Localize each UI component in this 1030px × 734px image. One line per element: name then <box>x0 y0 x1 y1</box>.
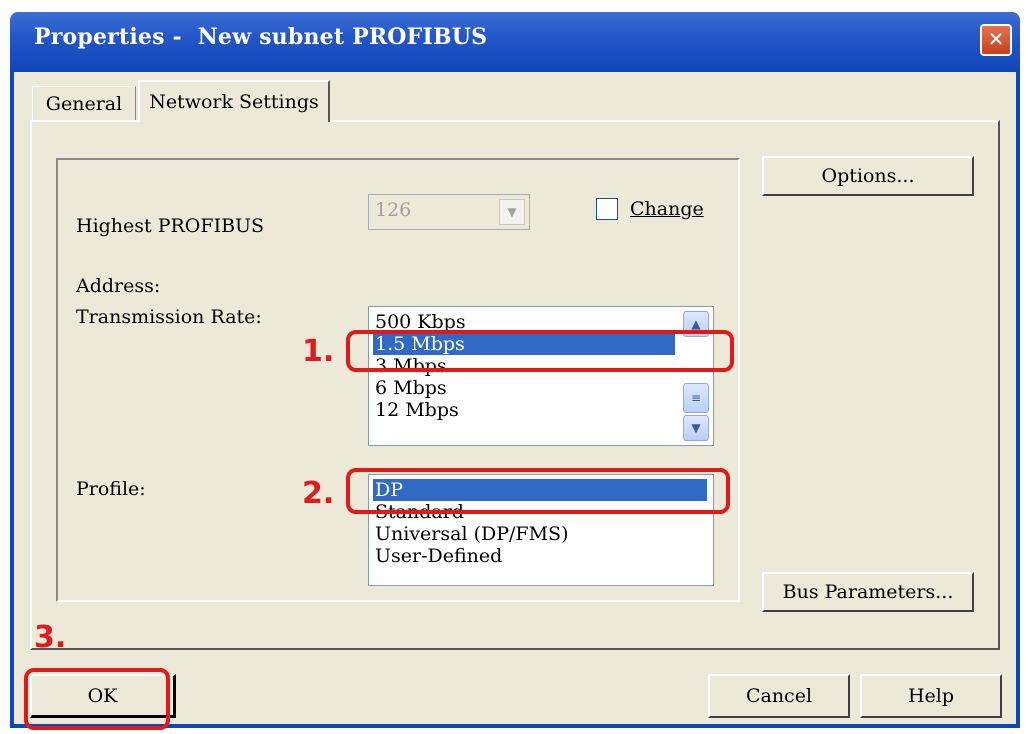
tab-general[interactable]: General <box>32 86 136 120</box>
profile-label: Profile: <box>76 478 146 500</box>
bus-parameters-button[interactable]: Bus Parameters... <box>762 572 974 612</box>
list-item[interactable]: 6 Mbps <box>375 377 447 399</box>
cancel-button[interactable]: Cancel <box>708 674 850 718</box>
highest-address-label-line1: Highest PROFIBUS <box>76 215 265 237</box>
transmission-rate-listbox[interactable]: 500 Kbps 1.5 Mbps 3 Mbps 6 Mbps 12 Mbps … <box>368 306 714 446</box>
change-label[interactable]: Change <box>630 198 704 220</box>
help-button[interactable]: Help <box>860 674 1002 718</box>
list-item[interactable]: 12 Mbps <box>375 399 459 421</box>
list-item[interactable]: User-Defined <box>375 545 502 567</box>
annotation-highlight-2 <box>346 468 730 514</box>
change-checkbox[interactable] <box>596 198 618 220</box>
tab-network-settings[interactable]: Network Settings <box>138 80 330 122</box>
highest-address-combobox[interactable]: 126 ▼ <box>368 194 530 230</box>
highest-address-label-line2: Address: <box>76 275 161 297</box>
scrollbar-thumb[interactable]: ≡ <box>683 383 709 413</box>
annotation-step-3: 3. <box>34 620 67 655</box>
highest-address-value: 126 <box>375 199 412 221</box>
close-icon: ✕ <box>987 27 1005 51</box>
chevron-down-icon[interactable]: ▼ <box>499 199 525 225</box>
annotation-step-2: 2. <box>302 476 335 511</box>
window-title: Properties - New subnet PROFIBUS <box>34 24 488 50</box>
annotation-highlight-1 <box>346 330 734 372</box>
close-button[interactable]: ✕ <box>980 24 1012 56</box>
list-item[interactable]: Universal (DP/FMS) <box>375 523 568 545</box>
scroll-down-button[interactable]: ▼ <box>683 415 709 441</box>
annotation-step-1: 1. <box>302 334 335 369</box>
transmission-rate-label: Transmission Rate: <box>76 306 262 328</box>
title-bar[interactable]: Properties - New subnet PROFIBUS ✕ <box>10 12 1020 72</box>
options-button[interactable]: Options... <box>762 156 974 196</box>
annotation-highlight-3 <box>24 668 170 730</box>
highest-address-label: Highest PROFIBUS Address: <box>76 176 264 316</box>
